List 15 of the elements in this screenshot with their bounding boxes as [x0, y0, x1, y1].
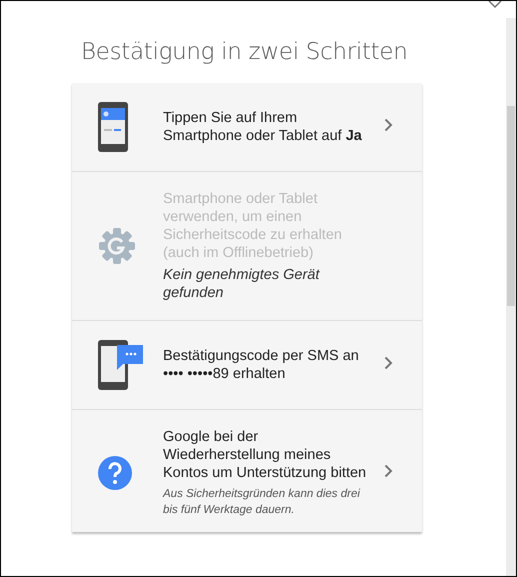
option-item[interactable]: Bestätigungscode per SMS an •••• •••••89 erhalten	[72, 321, 422, 410]
gear-icon	[98, 227, 136, 265]
option-label: Smartphone oder Tablet verwenden, um einen Sicherheitscode zu erhalten (auch im Offlinebetrieb)	[163, 190, 343, 262]
option-label: Tippen Sie auf Ihrem Smartphone oder Tablet auf Ja	[163, 109, 363, 145]
dialog-title: Bestätigung in zwei Schritten	[81, 39, 409, 65]
option-item[interactable]: Google bei der Wiederherstellung meines Kontos um Unterstützung bitten Aus Sicherheitsgründen kann dies drei bis fünf Werktage dauern.	[72, 410, 422, 532]
phone-message-icon	[98, 340, 144, 390]
scrollbar[interactable]	[506, 18, 516, 576]
option-hint: Aus Sicherheitsgründen kann dies drei bis fünf Werktage dauern.	[163, 487, 362, 518]
help-icon	[98, 456, 132, 490]
option-note: Kein genehmigtes Gerät gefunden	[163, 266, 321, 302]
option-label: Google bei der Wiederherstellung meines Kontos um Unterstützung bitten	[163, 428, 368, 482]
option-item[interactable]: Tippen Sie auf Ihrem Smartphone oder Tablet auf Ja	[72, 83, 422, 172]
phone-icon	[98, 102, 128, 152]
option-label: Bestätigungscode per SMS an •••• •••••89 erhalten	[163, 347, 360, 383]
